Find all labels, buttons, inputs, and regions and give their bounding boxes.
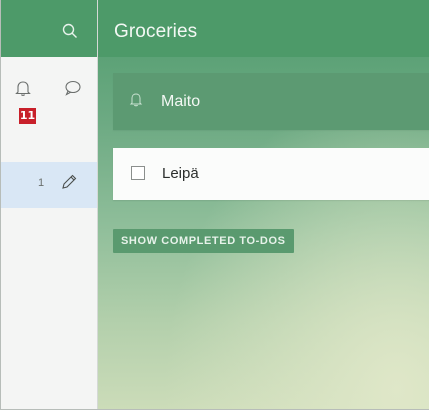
sidebar-item-selected-list[interactable] <box>1 162 97 208</box>
sidebar-header <box>1 0 97 57</box>
bell-icon <box>128 90 144 110</box>
add-todo-text[interactable]: Maito <box>161 93 200 111</box>
list-title: Groceries <box>114 21 198 42</box>
app-window: 1 Groceries 11 Maito Leipä SHOW COMPLETE… <box>0 0 429 410</box>
list-view: Groceries <box>98 0 429 409</box>
bell-icon[interactable] <box>13 78 33 98</box>
todo-label: Leipä <box>162 165 199 182</box>
todo-item[interactable]: Leipä <box>113 148 429 200</box>
list-header: Groceries <box>98 0 429 57</box>
search-icon[interactable] <box>61 22 79 40</box>
sidebar: 1 <box>1 0 98 409</box>
notification-badge: 11 <box>19 108 36 124</box>
pencil-icon[interactable] <box>59 172 79 192</box>
todo-checkbox[interactable] <box>131 166 145 180</box>
sidebar-item-count: 1 <box>38 177 45 189</box>
show-completed-button[interactable]: SHOW COMPLETED TO-DOS <box>113 229 294 253</box>
comment-icon[interactable] <box>63 78 83 98</box>
